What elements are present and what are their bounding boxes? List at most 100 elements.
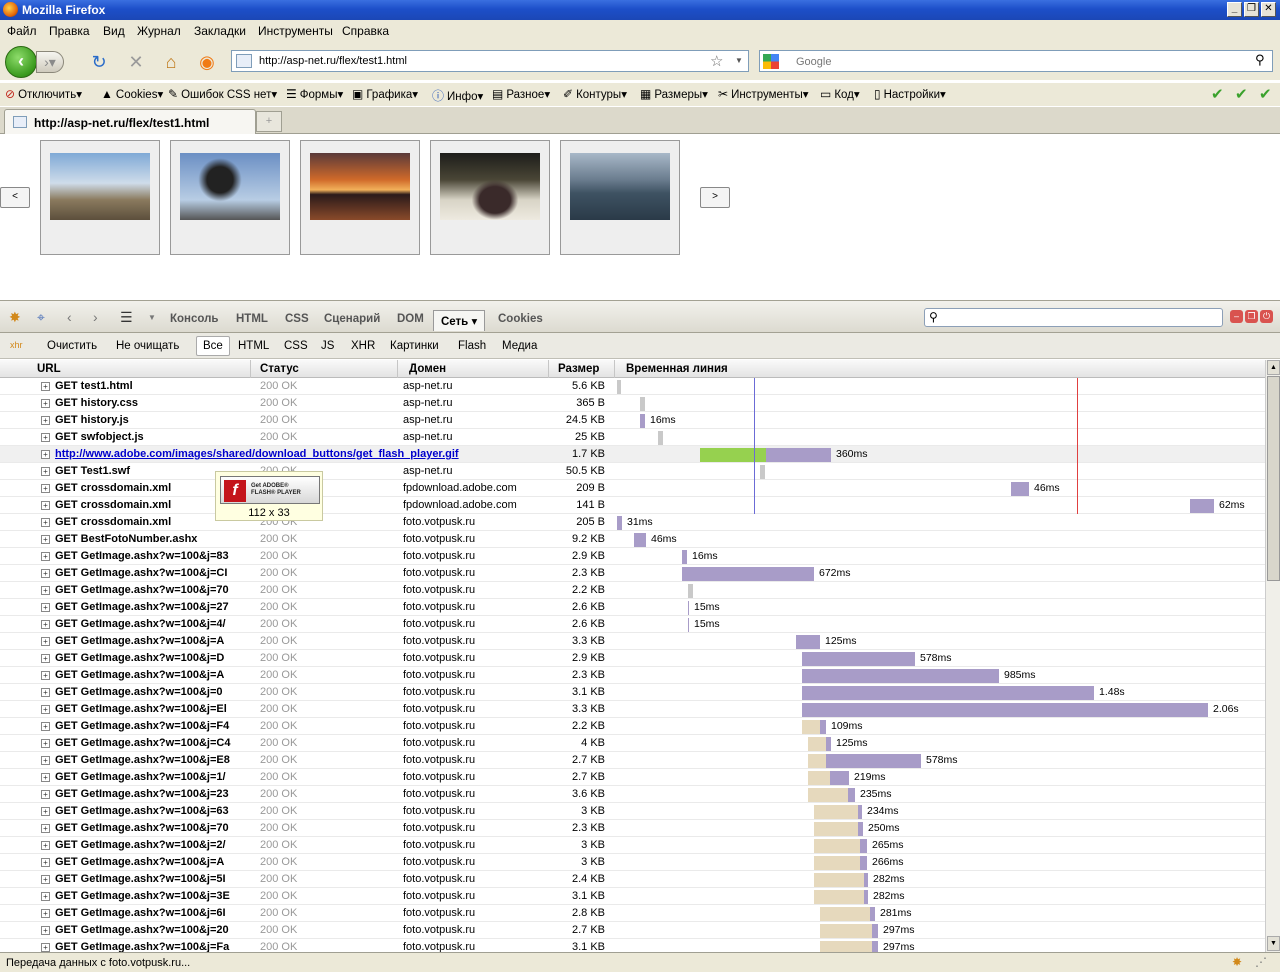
filter-images[interactable]: Картинки: [390, 340, 439, 352]
table-row[interactable]: + GET history.js 200 OK asp-net.ru 24.5 KB 16…: [0, 412, 1265, 429]
request-url[interactable]: GET GetImage.ashx?w=100&j=F4: [55, 720, 243, 732]
column-url[interactable]: URL: [37, 363, 61, 375]
timeline-bar[interactable]: [802, 652, 915, 666]
scroll-up-icon[interactable]: ▲: [1267, 360, 1280, 375]
minimize-icon[interactable]: _: [1227, 2, 1242, 17]
filter-html[interactable]: HTML: [238, 340, 269, 352]
expand-icon[interactable]: +: [41, 756, 50, 765]
column-domain[interactable]: Домен: [409, 363, 446, 375]
wd-forms[interactable]: ☰ Формы▾: [286, 87, 343, 101]
timeline-bar[interactable]: [682, 550, 687, 564]
table-row[interactable]: + GET crossdomain.xml 200 OK foto.votpusk.r…: [0, 514, 1265, 531]
timeline-bar[interactable]: [617, 516, 622, 530]
table-row[interactable]: + GET GetImage.ashx?w=100&j=E8 200 OK foto.…: [0, 752, 1265, 769]
timeline-bar[interactable]: [640, 414, 645, 428]
gallery-prev-button[interactable]: <: [0, 187, 30, 208]
timeline-bar[interactable]: [688, 618, 689, 632]
wd-source[interactable]: ▭ Код▾: [820, 87, 860, 101]
browser-tab[interactable]: http://asp-net.ru/flex/test1.html: [4, 109, 256, 134]
expand-icon[interactable]: +: [41, 824, 50, 833]
firebug-icon[interactable]: ✸: [1232, 955, 1242, 969]
wd-misc[interactable]: ▤ Разное▾: [492, 87, 550, 101]
request-url[interactable]: GET GetImage.ashx?w=100&j=3E: [55, 890, 243, 902]
scroll-down-icon[interactable]: ▼: [1267, 936, 1280, 951]
timeline-bar[interactable]: [688, 601, 689, 615]
request-url[interactable]: GET GetImage.ashx?w=100&j=70: [55, 584, 243, 596]
request-url[interactable]: GET GetImage.ashx?w=100&j=0: [55, 686, 243, 698]
filter-css[interactable]: CSS: [284, 340, 308, 352]
request-url[interactable]: GET GetImage.ashx?w=100&j=4/: [55, 618, 243, 630]
table-row[interactable]: + GET GetImage.ashx?w=100&j=27 200 OK foto.…: [0, 599, 1265, 616]
reload-icon[interactable]: ↻: [89, 52, 109, 72]
timeline-bar[interactable]: [760, 465, 765, 479]
wd-outline[interactable]: ✐ Контуры▾: [563, 87, 627, 101]
table-row[interactable]: + GET GetImage.ashx?w=100&j=6I 200 OK foto.…: [0, 905, 1265, 922]
power-icon[interactable]: ⏻: [1260, 310, 1273, 323]
request-url[interactable]: GET GetImage.ashx?w=100&j=A: [55, 635, 243, 647]
request-url[interactable]: GET GetImage.ashx?w=100&j=5I: [55, 873, 243, 885]
timeline-bar[interactable]: [808, 771, 830, 785]
timeline-bar[interactable]: [802, 686, 1094, 700]
wd-css[interactable]: ✎ Ошибок CSS нет▾: [168, 87, 277, 101]
table-row[interactable]: + GET GetImage.ashx?w=100&j=70 200 OK foto.…: [0, 582, 1265, 599]
menu-help[interactable]: Справка: [342, 24, 389, 38]
expand-icon[interactable]: +: [41, 926, 50, 935]
request-url[interactable]: GET BestFotoNumber.ashx: [55, 533, 243, 545]
timeline-bar[interactable]: [826, 737, 831, 751]
menu-icon[interactable]: ☰: [120, 309, 133, 326]
firebug-icon[interactable]: ✸: [9, 309, 21, 326]
wd-info[interactable]: ⓘ Инфо▾: [432, 87, 483, 104]
forward-button[interactable]: ›▾: [36, 51, 64, 73]
expand-icon[interactable]: +: [41, 790, 50, 799]
request-url[interactable]: GET GetImage.ashx?w=100&j=Fa: [55, 941, 243, 952]
url-input[interactable]: http://asp-net.ru/flex/test1.html: [259, 55, 407, 67]
expand-icon[interactable]: +: [41, 620, 50, 629]
request-url[interactable]: GET GetImage.ashx?w=100&j=6I: [55, 907, 243, 919]
close-icon[interactable]: ✕: [1261, 2, 1276, 17]
tab-cookies[interactable]: Cookies: [498, 313, 543, 325]
table-row[interactable]: + GET GetImage.ashx?w=100&j=5I 200 OK foto.…: [0, 871, 1265, 888]
table-row[interactable]: + GET GetImage.ashx?w=100&j=63 200 OK foto.…: [0, 803, 1265, 820]
minimize-icon[interactable]: –: [1230, 310, 1243, 323]
check-icon[interactable]: ✔: [1211, 85, 1224, 103]
timeline-bar[interactable]: [814, 873, 864, 887]
gallery-thumbnail[interactable]: [170, 140, 290, 255]
timeline-bar[interactable]: [858, 822, 863, 836]
timeline-bar[interactable]: [617, 380, 621, 394]
expand-icon[interactable]: +: [41, 535, 50, 544]
filter-clear[interactable]: Очистить: [47, 340, 97, 352]
timeline-bar[interactable]: [870, 907, 875, 921]
chevron-down-icon[interactable]: ▼: [735, 56, 743, 65]
expand-icon[interactable]: +: [41, 858, 50, 867]
table-row[interactable]: + GET history.css 200 OK asp-net.ru 365 B: [0, 395, 1265, 412]
restore-icon[interactable]: ❐: [1244, 2, 1259, 17]
request-url[interactable]: GET history.css: [55, 397, 243, 409]
request-url[interactable]: GET GetImage.ashx?w=100&j=El: [55, 703, 243, 715]
table-row[interactable]: + GET GetImage.ashx?w=100&j=0 200 OK foto.v…: [0, 684, 1265, 701]
request-url[interactable]: GET GetImage.ashx?w=100&j=23: [55, 788, 243, 800]
scrollbar[interactable]: ▲ ▼: [1265, 360, 1280, 952]
inspect-icon[interactable]: ⌖: [37, 309, 45, 326]
chevron-right-icon[interactable]: ›: [93, 309, 98, 325]
request-url[interactable]: GET GetImage.ashx?w=100&j=27: [55, 601, 243, 613]
timeline-bar[interactable]: [700, 448, 766, 462]
timeline-bar[interactable]: [814, 856, 861, 870]
table-row[interactable]: + GET GetImage.ashx?w=100&j=C4 200 OK foto.…: [0, 735, 1265, 752]
timeline-bar[interactable]: [658, 431, 663, 445]
search-icon[interactable]: ⚲: [1255, 52, 1265, 68]
expand-icon[interactable]: +: [41, 671, 50, 680]
timeline-bar[interactable]: [802, 669, 999, 683]
firebug-search-input[interactable]: ⚲: [924, 308, 1223, 327]
request-url[interactable]: GET GetImage.ashx?w=100&j=D: [55, 652, 243, 664]
gallery-thumbnail[interactable]: [560, 140, 680, 255]
request-url[interactable]: GET GetImage.ashx?w=100&j=E8: [55, 754, 243, 766]
timeline-bar[interactable]: [858, 805, 862, 819]
filter-persist[interactable]: Не очищать: [116, 340, 179, 352]
column-status[interactable]: Статус: [260, 363, 299, 375]
tab-dom[interactable]: DOM: [397, 313, 424, 325]
expand-icon[interactable]: +: [41, 654, 50, 663]
table-row[interactable]: + GET GetImage.ashx?w=100&j=El 200 OK foto.…: [0, 701, 1265, 718]
menu-view[interactable]: Вид: [103, 24, 125, 38]
request-url[interactable]: GET history.js: [55, 414, 243, 426]
table-row[interactable]: + GET GetImage.ashx?w=100&j=83 200 OK foto.…: [0, 548, 1265, 565]
